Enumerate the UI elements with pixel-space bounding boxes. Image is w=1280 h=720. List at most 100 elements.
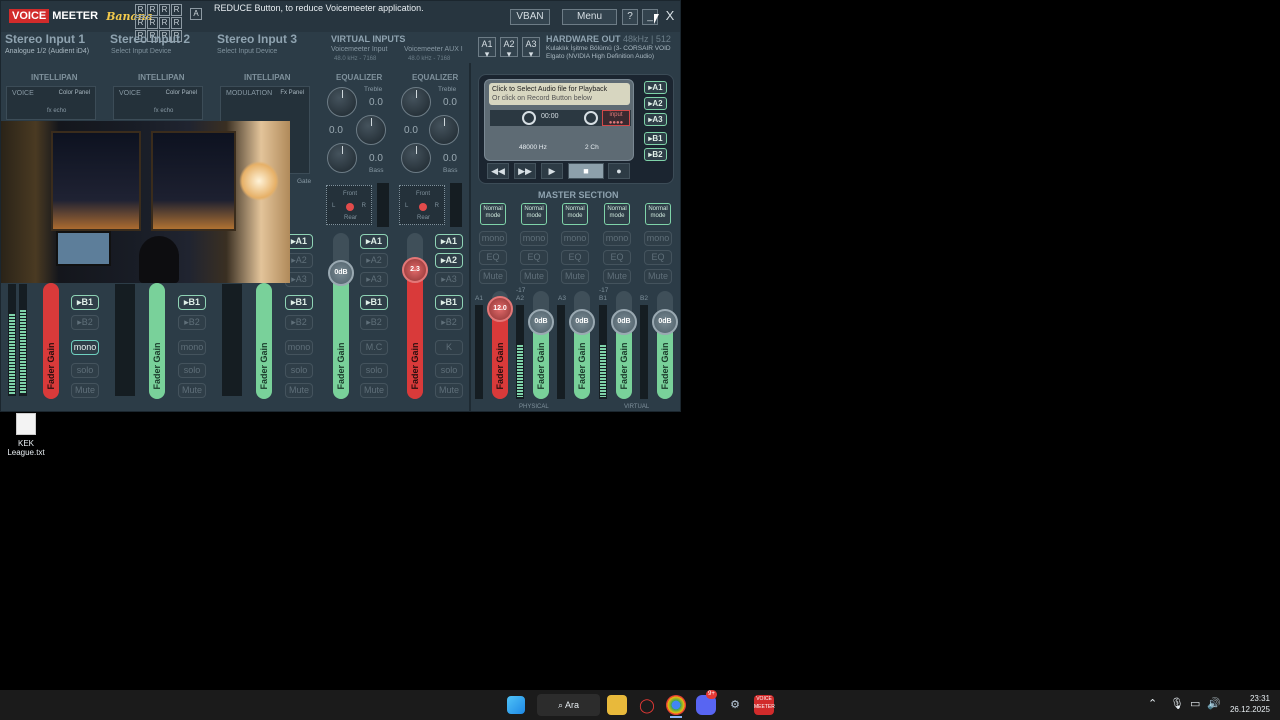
master-a3-fader[interactable]: Fader Gain <box>574 291 590 399</box>
vi2-pan-pad[interactable]: Front L R Rear <box>399 185 445 225</box>
chrome-icon[interactable] <box>666 695 686 715</box>
strip-3-title[interactable]: Stereo Input 3 <box>217 32 297 46</box>
play-button[interactable]: ▶ <box>541 163 563 179</box>
vi1-pan-pad[interactable]: Front L R Rear <box>326 185 372 225</box>
master-a2-mono[interactable]: mono <box>520 231 548 246</box>
strip-2-device[interactable]: Select Input Device <box>111 48 171 55</box>
close-button[interactable]: X <box>662 9 678 25</box>
master-a3-mute[interactable]: Mute <box>561 269 589 284</box>
vi2-mute-button[interactable]: Mute <box>435 383 463 398</box>
vi1-mid-knob[interactable] <box>356 115 386 145</box>
r-button[interactable]: R <box>159 17 170 29</box>
panel-button[interactable]: Color Panel <box>166 90 197 96</box>
pan-position-dot[interactable] <box>419 203 427 211</box>
vi2-a3-button[interactable]: ▸A3 <box>435 272 463 287</box>
master-a2-fader[interactable]: Fader Gain <box>533 291 549 399</box>
vi2-solo-button[interactable]: solo <box>435 363 463 378</box>
master-b2-mute[interactable]: Mute <box>644 269 672 284</box>
strip-1-title[interactable]: Stereo Input 1 <box>5 32 85 46</box>
hw-a3-select[interactable]: A3 ▾ <box>522 37 540 59</box>
strip-1-fader[interactable]: Fader Gain <box>43 283 59 399</box>
master-a3-mono[interactable]: mono <box>561 231 589 246</box>
hardware-out-device-1[interactable]: Kulaklık İşitme Bölümü (3- CORSAIR VOID <box>546 45 671 52</box>
strip-3-solo-button[interactable]: solo <box>285 363 313 378</box>
panel-button[interactable]: Color Panel <box>59 90 90 96</box>
vi1-b2-button[interactable]: ▸B2 <box>360 315 388 330</box>
strip-1-b1-button[interactable]: ▸B1 <box>71 295 99 310</box>
taskbar-clock[interactable]: 23:31 26.12.2025 <box>1228 693 1270 715</box>
vi2-k-button[interactable]: K <box>435 340 463 355</box>
strip-2-title[interactable]: Stereo Input 2 <box>110 32 190 46</box>
r-button[interactable]: R <box>135 4 146 16</box>
strip-2-mono-button[interactable]: mono <box>178 340 206 355</box>
r-button[interactable]: R <box>135 17 146 29</box>
master-b2-mode[interactable]: Normal mode <box>645 203 671 225</box>
r-button[interactable]: R <box>171 4 182 16</box>
recorder-out-a2[interactable]: ▸A2 <box>644 97 667 110</box>
start-windows-icon[interactable] <box>507 696 525 714</box>
strip-1-mute-button[interactable]: Mute <box>71 383 99 398</box>
vi1-a1-button[interactable]: ▸A1 <box>360 234 388 249</box>
a-button[interactable]: A <box>190 8 202 20</box>
vi1-fader[interactable]: Fader Gain <box>333 233 349 399</box>
stop-button[interactable]: ■ <box>568 163 604 179</box>
vi2-mid-knob[interactable] <box>429 115 459 145</box>
settings-gear-icon[interactable]: ⚙ <box>725 695 745 715</box>
r-button[interactable]: R <box>147 4 158 16</box>
strip-3-mono-button[interactable]: mono <box>285 340 313 355</box>
taskbar-search[interactable]: ⌕ Ara <box>537 694 600 716</box>
vi1-solo-button[interactable]: solo <box>360 363 388 378</box>
hw-a2-select[interactable]: A2 ▾ <box>500 37 518 59</box>
master-b2-fader[interactable]: Fader Gain <box>657 291 673 399</box>
strip-3-device[interactable]: Select Input Device <box>217 48 277 55</box>
master-b2-fader-knob[interactable]: 0dB <box>652 309 678 335</box>
vi2-bass-knob[interactable] <box>401 143 431 173</box>
strip-1-mono-button[interactable]: mono <box>71 340 99 355</box>
master-b1-fader-knob[interactable]: 0dB <box>611 309 637 335</box>
vi1-a3-button[interactable]: ▸A3 <box>360 272 388 287</box>
vi1-fader-knob[interactable]: 0dB <box>328 260 354 286</box>
vi1-mute-button[interactable]: Mute <box>360 383 388 398</box>
strip-2-mute-button[interactable]: Mute <box>178 383 206 398</box>
menu-button[interactable]: Menu <box>562 9 617 25</box>
vi1-a2-button[interactable]: ▸A2 <box>360 253 388 268</box>
master-b1-fader[interactable]: Fader Gain <box>616 291 632 399</box>
recorder-out-b1[interactable]: ▸B1 <box>644 132 667 145</box>
recorder-input-indicator[interactable]: input ●●●● <box>602 110 630 126</box>
master-a2-mute[interactable]: Mute <box>520 269 548 284</box>
master-a3-mode[interactable]: Normal mode <box>562 203 588 225</box>
vban-button[interactable]: VBAN <box>510 9 550 25</box>
strip-3-b2-button[interactable]: ▸B2 <box>285 315 313 330</box>
rewind-button[interactable]: ◀◀ <box>487 163 509 179</box>
chevron-up-icon[interactable]: ⌃ <box>1148 697 1157 710</box>
master-a2-eq[interactable]: EQ <box>520 250 548 265</box>
strip-3-fader[interactable]: Fader Gain <box>256 283 272 399</box>
vi1-b1-button[interactable]: ▸B1 <box>360 295 388 310</box>
strip-1-solo-button[interactable]: solo <box>71 363 99 378</box>
opera-gx-icon[interactable]: ◯ <box>637 695 657 715</box>
vi2-a2-button[interactable]: ▸A2 <box>435 253 463 268</box>
strip-3-b1-button[interactable]: ▸B1 <box>285 295 313 310</box>
fast-forward-button[interactable]: ▶▶ <box>514 163 536 179</box>
microphone-icon[interactable]: 🎙 <box>1170 697 1184 710</box>
master-b1-eq[interactable]: EQ <box>603 250 631 265</box>
discord-icon[interactable]: 9+ <box>696 690 717 715</box>
network-icon[interactable]: ▭ <box>1190 697 1200 710</box>
vi2-treble-knob[interactable] <box>401 87 431 117</box>
vi2-b2-button[interactable]: ▸B2 <box>435 315 463 330</box>
strip-1-intellipan[interactable]: VOICE Color Panel fx echo <box>6 86 96 120</box>
recorder-out-a1[interactable]: ▸A1 <box>644 81 667 94</box>
strip-2-intellipan[interactable]: VOICE Color Panel fx echo <box>113 86 203 120</box>
cassette[interactable]: Click to Select Audio file for Playback … <box>484 79 634 161</box>
strip-2-b1-button[interactable]: ▸B1 <box>178 295 206 310</box>
master-a1-fader-knob[interactable]: 12.0 <box>487 296 513 322</box>
vi1-treble-knob[interactable] <box>327 87 357 117</box>
cassette-label[interactable]: Click to Select Audio file for Playback … <box>489 83 630 105</box>
master-a1-mute[interactable]: Mute <box>479 269 507 284</box>
record-button[interactable]: ● <box>608 163 630 179</box>
strip-1-b2-button[interactable]: ▸B2 <box>71 315 99 330</box>
master-a3-fader-knob[interactable]: 0dB <box>569 309 595 335</box>
master-b2-mono[interactable]: mono <box>644 231 672 246</box>
master-b2-eq[interactable]: EQ <box>644 250 672 265</box>
vi2-a1-button[interactable]: ▸A1 <box>435 234 463 249</box>
